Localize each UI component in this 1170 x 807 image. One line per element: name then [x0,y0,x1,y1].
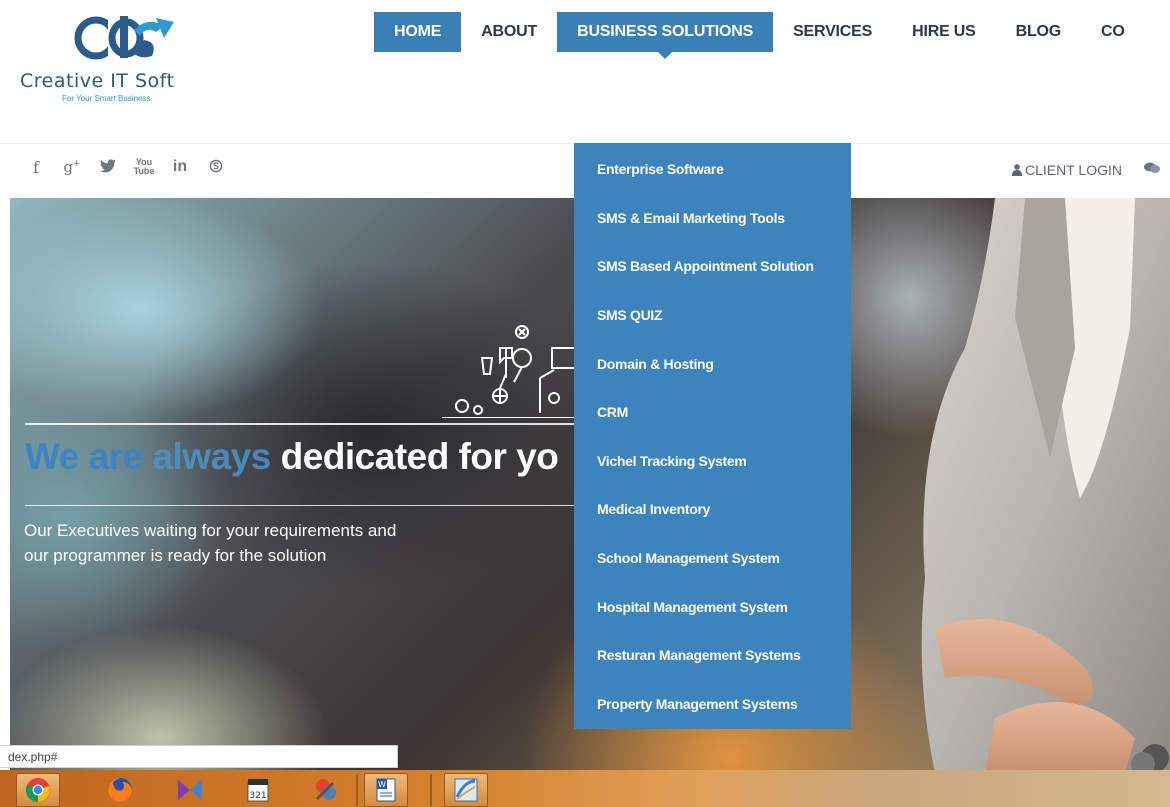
dropdown-item-crm[interactable]: CRM [574,388,851,437]
client-login-link[interactable]: CLIENT LOGIN [1012,162,1122,178]
hero-title: We are always dedicated for yo [25,436,559,478]
status-bar-url: dex.php# [0,745,398,768]
dropdown-item-domain-hosting[interactable]: Domain & Hosting [574,339,851,388]
hero-subtitle: Our Executives waiting for your requirem… [24,518,504,568]
logo-name: Creative IT Soft [20,70,175,92]
nav-item-about[interactable]: ABOUT [461,12,557,52]
chrome-icon[interactable] [16,773,60,807]
word-icon[interactable]: W [364,773,408,807]
chat-icon[interactable] [1144,162,1160,177]
dropdown-item-sms-quiz[interactable]: SMS QUIZ [574,291,851,340]
skype-icon[interactable] [198,158,234,177]
dropdown-item-medical-inventory[interactable]: Medical Inventory [574,485,851,534]
media-player-icon[interactable] [168,773,212,807]
dropdown-item-hospital-management[interactable]: Hospital Management System [574,582,851,631]
business-solutions-dropdown: Enterprise Software SMS & Email Marketin… [574,143,851,729]
connection-icons-graphic [442,325,582,418]
firefox-icon[interactable] [98,773,142,807]
hero-subtitle-line2: our programmer is ready for the solution [24,546,327,565]
nav-item-label: HIRE US [912,23,976,40]
google-plus-icon[interactable]: g+ [54,158,90,177]
twitter-icon[interactable] [90,158,126,177]
dropdown-item-enterprise-software[interactable]: Enterprise Software [574,145,851,194]
site-logo[interactable]: Creative IT Soft For Your Smart Business [20,12,220,103]
youtube-icon[interactable]: You Tube [126,158,162,177]
hero-title-part2: always [152,436,271,477]
hero-title-part1: We are [25,436,153,477]
svg-text:W: W [378,780,386,789]
dropdown-item-sms-email-marketing[interactable]: SMS & Email Marketing Tools [574,194,851,243]
taskbar-separator [430,774,432,806]
nav-item-label: BUSINESS SOLUTIONS [577,23,754,40]
nav-item-contact[interactable]: CO [1081,12,1145,52]
nav-item-business-solutions[interactable]: BUSINESS SOLUTIONS [557,12,774,59]
nav-item-blog[interactable]: BLOG [996,12,1081,52]
paint-icon[interactable] [304,773,348,807]
dropdown-item-property-management[interactable]: Property Management Systems [574,680,851,729]
dropdown-item-restaurant-management[interactable]: Resturan Management Systems [574,631,851,680]
facebook-icon[interactable]: f [18,158,54,177]
hero-divider-bottom [25,505,585,506]
hero-subtitle-line1: Our Executives waiting for your requirem… [24,521,397,540]
hero-divider-top [25,423,585,425]
calendar-icon[interactable]: 321 [236,773,280,807]
nav-item-label: CO [1101,23,1125,40]
taskbar-separator [356,774,358,806]
nav-item-hire-us[interactable]: HIRE US [892,12,996,52]
nav-item-label: SERVICES [793,23,873,40]
nav-item-home[interactable]: HOME [374,12,462,52]
taskbar: 321 W [0,770,1170,807]
main-nav: HOME ABOUT BUSINESS SOLUTIONS SERVICES H… [374,12,1145,59]
nav-item-services[interactable]: SERVICES [773,12,892,52]
client-login-label: CLIENT LOGIN [1025,162,1122,178]
dropdown-item-sms-appointment[interactable]: SMS Based Appointment Solution [574,242,851,291]
hero-title-part3: dedicated for yo [270,436,559,477]
linkedin-icon[interactable]: in [162,158,198,177]
dropdown-item-school-management[interactable]: School Management System [574,534,851,583]
social-links: f g+ You Tube in [18,158,234,177]
app-icon[interactable] [444,773,488,807]
user-icon [1012,164,1022,176]
businesswoman-photo [921,198,1170,773]
nav-item-label: ABOUT [481,23,538,40]
nav-item-label: BLOG [1015,23,1062,40]
nav-item-label: HOME [394,23,442,40]
logo-mark-icon [74,16,174,60]
dropdown-item-vehicle-tracking[interactable]: Vichel Tracking System [574,437,851,486]
page: Creative IT Soft For Your Smart Business… [0,0,1170,807]
svg-text:321: 321 [249,791,266,801]
logo-tagline: For Your Smart Business [62,94,151,103]
caret-down-icon [658,52,673,59]
